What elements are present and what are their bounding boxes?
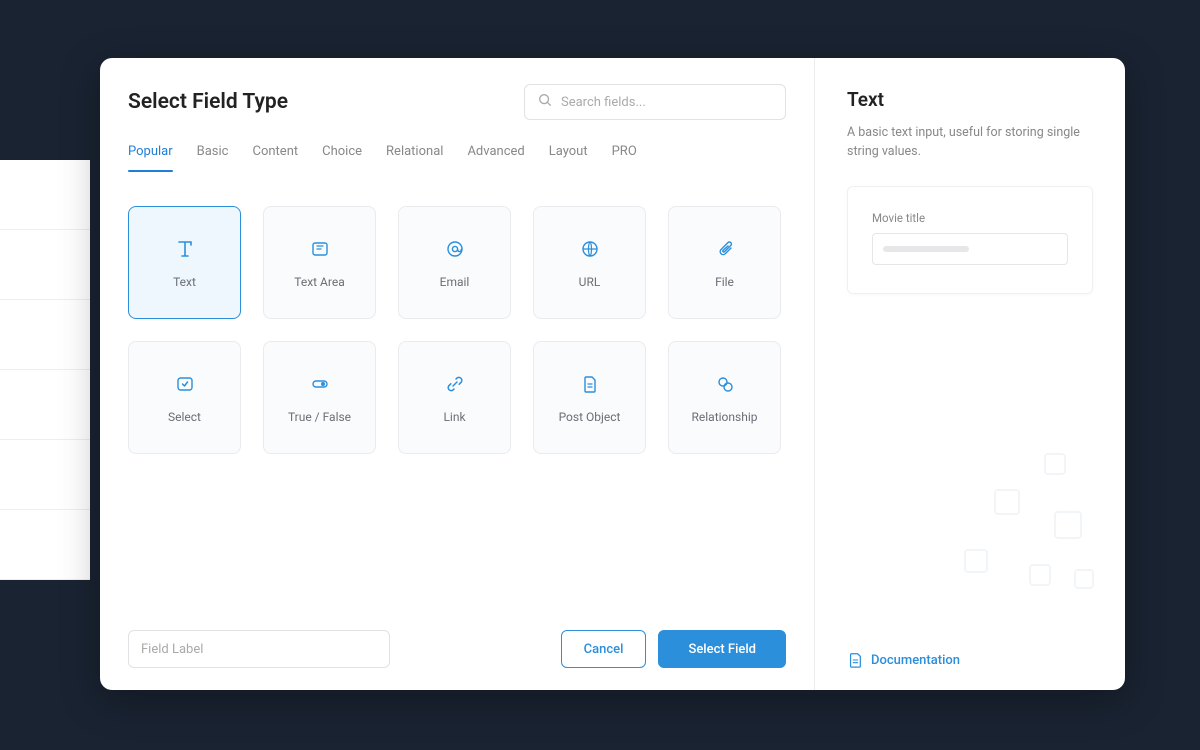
tile-true-false[interactable]: True / False — [263, 341, 376, 454]
tile-label: Text Area — [294, 275, 344, 289]
modal-title: Select Field Type — [128, 90, 504, 114]
tile-label: Select — [168, 410, 201, 424]
tile-label: Relationship — [692, 410, 758, 424]
link-icon — [443, 372, 467, 396]
cancel-button[interactable]: Cancel — [561, 630, 647, 668]
tab-layout[interactable]: Layout — [549, 144, 588, 171]
field-label-input[interactable] — [128, 630, 390, 668]
select-field-button[interactable]: Select Field — [658, 630, 786, 668]
tab-pro[interactable]: PRO — [612, 144, 637, 171]
background-panel — [0, 160, 90, 580]
tile-label: Link — [443, 410, 465, 424]
select-icon — [173, 372, 197, 396]
documentation-label: Documentation — [871, 653, 960, 668]
tile-post-object[interactable]: Post Object — [533, 341, 646, 454]
modal-main: Select Field Type Popular Basic Content … — [100, 58, 814, 690]
at-icon — [443, 237, 467, 261]
tile-text[interactable]: Text — [128, 206, 241, 319]
tile-email[interactable]: Email — [398, 206, 511, 319]
tab-choice[interactable]: Choice — [322, 144, 362, 171]
relationship-icon — [713, 372, 737, 396]
search-icon — [537, 92, 553, 112]
tile-label: True / False — [288, 410, 351, 424]
text-icon — [173, 237, 197, 261]
search-input[interactable] — [561, 95, 773, 110]
textarea-icon — [308, 237, 332, 261]
tab-advanced[interactable]: Advanced — [467, 144, 524, 171]
tile-url[interactable]: URL — [533, 206, 646, 319]
tab-basic[interactable]: Basic — [197, 144, 229, 171]
tab-relational[interactable]: Relational — [386, 144, 443, 171]
tab-content[interactable]: Content — [253, 144, 299, 171]
tile-file[interactable]: File — [668, 206, 781, 319]
preview-label: Movie title — [872, 211, 1068, 225]
search-input-wrap[interactable] — [524, 84, 786, 120]
documentation-link[interactable]: Documentation — [847, 652, 960, 668]
tile-link[interactable]: Link — [398, 341, 511, 454]
tile-text-area[interactable]: Text Area — [263, 206, 376, 319]
tile-label: URL — [579, 275, 601, 289]
field-grid: Text Text Area Email URL File Select — [128, 206, 786, 454]
paperclip-icon — [713, 237, 737, 261]
modal-header: Select Field Type — [128, 84, 786, 120]
sidebar-title: Text — [847, 88, 1093, 111]
modal-footer: Cancel Select Field — [128, 630, 786, 668]
decorative-squares-icon — [935, 450, 1105, 610]
tile-label: Email — [440, 275, 470, 289]
globe-icon — [578, 237, 602, 261]
document-icon — [578, 372, 602, 396]
preview-input — [872, 233, 1068, 265]
documentation-icon — [847, 652, 863, 668]
modal-sidebar: Text A basic text input, useful for stor… — [814, 58, 1125, 690]
tile-label: File — [715, 275, 734, 289]
tabs: Popular Basic Content Choice Relational … — [128, 144, 786, 172]
field-type-modal: Select Field Type Popular Basic Content … — [100, 58, 1125, 690]
tile-select[interactable]: Select — [128, 341, 241, 454]
tile-relationship[interactable]: Relationship — [668, 341, 781, 454]
preview-placeholder-bar — [883, 246, 969, 252]
tab-popular[interactable]: Popular — [128, 144, 173, 171]
field-preview: Movie title — [847, 186, 1093, 294]
toggle-icon — [308, 372, 332, 396]
sidebar-description: A basic text input, useful for storing s… — [847, 123, 1093, 162]
tile-label: Post Object — [559, 410, 621, 424]
tile-label: Text — [173, 275, 196, 289]
